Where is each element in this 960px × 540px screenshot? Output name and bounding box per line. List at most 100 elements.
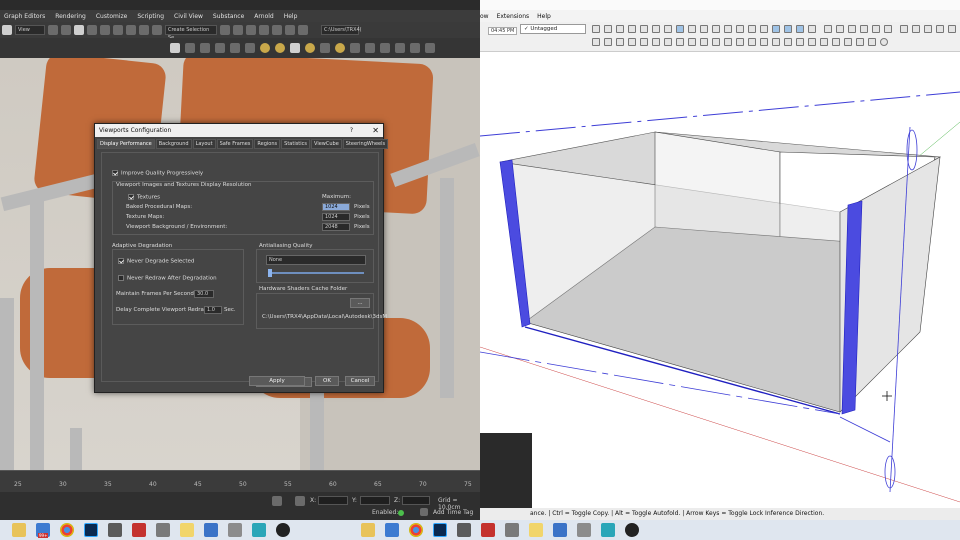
menu-help[interactable]: Help — [537, 13, 551, 20]
tab-safe-frames[interactable]: Safe Frames — [216, 139, 254, 149]
arc-tool-icon[interactable] — [628, 25, 636, 33]
paint-bucket-icon[interactable] — [748, 25, 756, 33]
teapot-icon[interactable] — [170, 43, 180, 53]
photoshop-icon[interactable] — [84, 523, 98, 537]
tab-statistics[interactable]: Statistics — [281, 139, 311, 149]
shaded-icon[interactable] — [936, 25, 944, 33]
menu-civil-view[interactable]: Civil View — [174, 13, 203, 20]
chrome-icon[interactable] — [409, 523, 423, 537]
menu-extensions[interactable]: Extensions — [497, 13, 530, 20]
never-degrade-checkbox[interactable] — [118, 258, 124, 264]
dimension-icon[interactable] — [652, 38, 660, 46]
improve-quality-row[interactable]: Improve Quality Progressively — [112, 170, 203, 177]
mirror-icon[interactable] — [126, 25, 136, 35]
tab-background[interactable]: Background — [155, 139, 192, 149]
hierarchy-icon[interactable] — [215, 43, 225, 53]
browse-button[interactable]: ... — [350, 298, 370, 308]
lock-selection-icon[interactable] — [272, 496, 282, 506]
undo-icon[interactable] — [2, 25, 12, 35]
y-coordinate-field[interactable] — [360, 496, 390, 505]
never-redraw-checkbox[interactable] — [118, 275, 124, 281]
add-time-tag-label[interactable]: Add Time Tag — [433, 509, 473, 516]
menu-rendering[interactable]: Rendering — [55, 13, 86, 20]
menu-arnold[interactable]: Arnold — [254, 13, 273, 20]
light-icon[interactable] — [260, 43, 270, 53]
push-pull-icon[interactable] — [676, 25, 684, 33]
line-tool-icon[interactable] — [616, 25, 624, 33]
pan-icon[interactable] — [784, 25, 792, 33]
sketchup-icon[interactable] — [132, 523, 146, 537]
ok-button[interactable]: OK — [315, 376, 339, 386]
move-tool-icon[interactable] — [688, 25, 696, 33]
text-tool-icon[interactable] — [760, 25, 768, 33]
tab-layout[interactable]: Layout — [192, 139, 216, 149]
notes-icon[interactable] — [180, 523, 194, 537]
motion-icon[interactable] — [230, 43, 240, 53]
3d-text-icon[interactable] — [688, 38, 696, 46]
orbit-icon[interactable] — [772, 25, 780, 33]
photoshop-icon[interactable] — [433, 523, 447, 537]
geo-location-icon[interactable] — [880, 38, 888, 46]
unknown-app-icon[interactable] — [156, 523, 170, 537]
settings-icon[interactable] — [856, 38, 864, 46]
move-icon[interactable] — [61, 25, 71, 35]
back-view-icon[interactable] — [872, 25, 880, 33]
polygon-tool-icon[interactable] — [664, 25, 672, 33]
notes-icon[interactable] — [529, 523, 543, 537]
circle-tool-icon[interactable] — [652, 25, 660, 33]
menu-customize[interactable]: Customize — [96, 13, 128, 20]
iso-view-icon[interactable] — [824, 25, 832, 33]
sphere-icon[interactable] — [290, 43, 300, 53]
tab-regions[interactable]: Regions — [254, 139, 281, 149]
browser-icon[interactable] — [625, 523, 639, 537]
3dsmax-icon[interactable] — [601, 523, 615, 537]
group-icon[interactable] — [628, 38, 636, 46]
menu-scripting[interactable]: Scripting — [137, 13, 164, 20]
info-icon[interactable] — [868, 38, 876, 46]
look-around-icon[interactable] — [724, 38, 732, 46]
viewport-bg-spinner[interactable]: 2048 — [322, 223, 350, 231]
union-icon[interactable] — [808, 38, 816, 46]
rotate-handle-bottom[interactable] — [884, 455, 896, 489]
physical-camera-icon[interactable] — [395, 43, 405, 53]
x-coordinate-field[interactable] — [318, 496, 348, 505]
component-icon[interactable] — [616, 38, 624, 46]
front-view-icon[interactable] — [848, 25, 856, 33]
spot-light-icon[interactable] — [335, 43, 345, 53]
hidden-line-icon[interactable] — [924, 25, 932, 33]
solid-tools-icon[interactable] — [784, 38, 792, 46]
subtract-icon[interactable] — [820, 38, 828, 46]
timeline-ruler[interactable]: 25 30 35 40 45 50 55 60 65 70 75 — [0, 470, 480, 492]
display-icon[interactable] — [245, 43, 255, 53]
project-path-field[interactable]: C:\Users\TRX4( — [321, 25, 362, 35]
rotate-tool-icon[interactable] — [700, 25, 708, 33]
modify-icon[interactable] — [200, 43, 210, 53]
intersect-icon[interactable] — [604, 38, 612, 46]
tab-display-performance[interactable]: Display Performance — [97, 139, 155, 149]
top-view-icon[interactable] — [836, 25, 844, 33]
never-degrade-row[interactable]: Never Degrade Selected — [118, 258, 194, 265]
sketchup-canvas[interactable] — [480, 52, 960, 508]
help-button[interactable]: ? — [350, 124, 353, 137]
layout-icon[interactable] — [772, 38, 780, 46]
generic-app-icon[interactable] — [577, 523, 591, 537]
right-view-icon[interactable] — [860, 25, 868, 33]
sandbox-icon[interactable] — [700, 38, 708, 46]
axes-icon[interactable] — [676, 38, 684, 46]
tag-select[interactable]: ✓ Untagged — [520, 24, 586, 34]
percent-snap-icon[interactable] — [100, 25, 110, 35]
chrome-icon[interactable] — [60, 523, 74, 537]
outer-shell-icon[interactable] — [796, 38, 804, 46]
create-icon[interactable] — [185, 43, 195, 53]
enabled-indicator-icon[interactable] — [398, 510, 404, 516]
transform-mode-icon[interactable] — [295, 496, 305, 506]
select-tool-icon[interactable] — [592, 25, 600, 33]
antialiasing-dropdown[interactable]: None — [266, 255, 366, 265]
material-editor-icon[interactable] — [246, 25, 256, 35]
spacewarp-icon[interactable] — [365, 43, 375, 53]
scale-tool-icon[interactable] — [712, 25, 720, 33]
unknown-app-icon[interactable] — [505, 523, 519, 537]
textures-row[interactable]: Textures — [128, 194, 160, 201]
textures-checkbox[interactable] — [128, 194, 134, 200]
teapot2-icon[interactable] — [410, 43, 420, 53]
